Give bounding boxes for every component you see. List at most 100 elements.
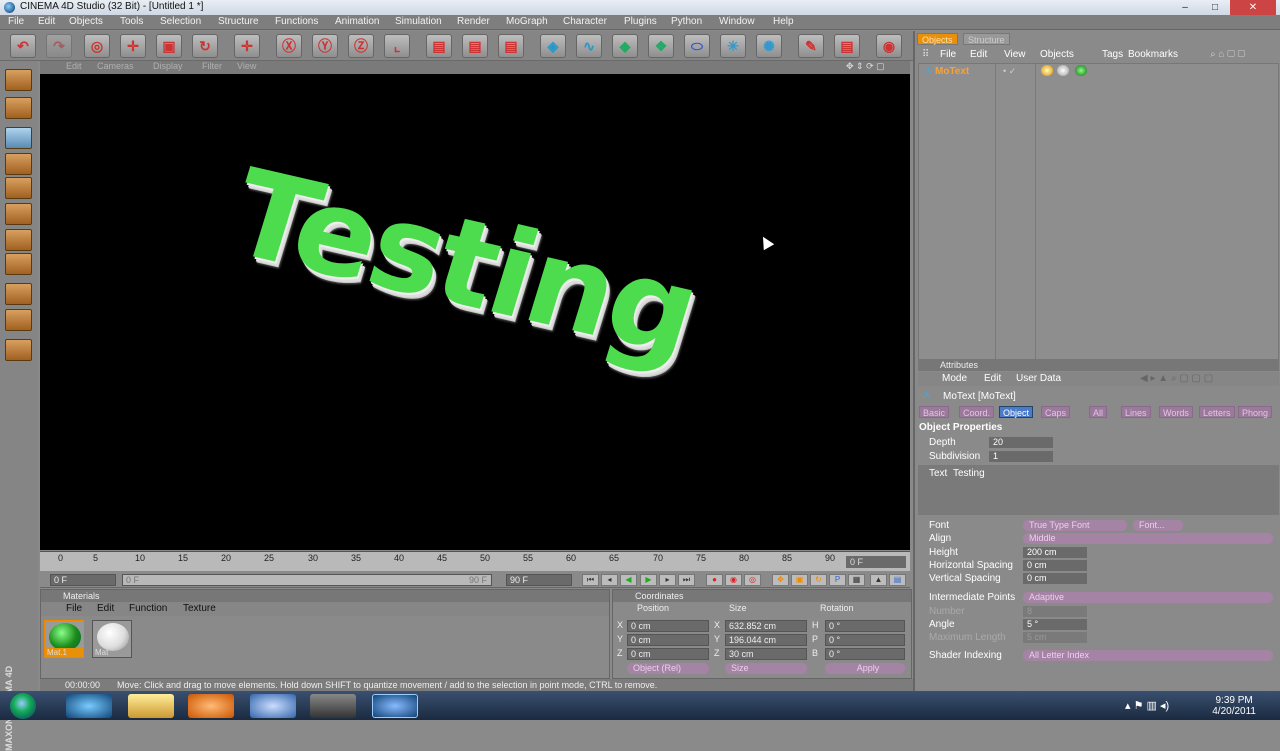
camera-icon[interactable]: ✎ (798, 34, 824, 58)
menu-edit[interactable]: Edit (38, 16, 55, 27)
viewport-menu-edit[interactable]: Edit (66, 61, 82, 71)
file-explorer-icon[interactable] (128, 694, 174, 718)
next-key-icon[interactable]: ▸ (659, 574, 676, 586)
texture-tag-icon[interactable] (1041, 65, 1053, 76)
key-rotation-icon[interactable]: ↻ (810, 574, 827, 586)
angle-field[interactable]: 5 ° (1023, 619, 1087, 630)
horizontal-spacing-field[interactable]: 0 cm (1023, 560, 1087, 571)
viewport-nav-icon[interactable]: ✥ ⇕ ⟳ ▢ (846, 61, 885, 72)
internet-explorer-icon[interactable] (66, 694, 112, 718)
subdivision-field[interactable]: 1 (989, 451, 1053, 462)
z-axis-lock-icon[interactable]: Ⓩ (348, 34, 374, 58)
preview-range-slider[interactable]: 0 F 90 F (122, 574, 492, 586)
objects-menu-view[interactable]: View (1004, 49, 1026, 60)
start-button-icon[interactable] (10, 693, 36, 719)
attributes-menu-edit[interactable]: Edit (984, 373, 1001, 384)
polygons-mode-icon[interactable] (5, 229, 32, 251)
rotation-h-field[interactable]: 0 ° (825, 620, 905, 632)
axis-mode-icon[interactable] (5, 153, 32, 175)
menu-help[interactable]: Help (773, 16, 794, 27)
attr-tab-object[interactable]: Object (999, 406, 1034, 418)
deformer-icon[interactable]: ⬭ (684, 34, 710, 58)
record-icon[interactable]: ● (706, 574, 723, 586)
autokey-icon[interactable]: ◉ (725, 574, 742, 586)
size-mode-dropdown[interactable]: Size (725, 663, 807, 674)
key-parameter-icon[interactable]: P (829, 574, 846, 586)
max-length-field[interactable]: 5 cm (1023, 632, 1087, 643)
light-icon[interactable]: ▤ (834, 34, 860, 58)
attr-tab-all[interactable]: All (1089, 406, 1108, 418)
menu-animation[interactable]: Animation (335, 16, 379, 27)
rotate-tool-icon[interactable]: ↻ (192, 34, 218, 58)
position-y-field[interactable]: 0 cm (627, 634, 709, 646)
menu-window[interactable]: Window (719, 16, 755, 27)
attr-tab-words[interactable]: Words (1159, 406, 1193, 418)
axis-icon[interactable]: ✛ (234, 34, 260, 58)
menu-structure[interactable]: Structure (218, 16, 259, 27)
visibility-toggle-icon[interactable]: • ✓ (1003, 66, 1016, 77)
attr-tab-letters[interactable]: Letters (1199, 406, 1235, 418)
position-z-field[interactable]: 0 cm (627, 648, 709, 660)
coordinate-system-icon[interactable]: ⌞ (384, 34, 410, 58)
current-frame-field[interactable]: 0 F (846, 556, 906, 568)
menu-functions[interactable]: Functions (275, 16, 318, 27)
align-dropdown[interactable]: Middle (1023, 533, 1273, 544)
timeline-window-icon[interactable]: ▤ (889, 574, 906, 586)
attributes-menu-user-data[interactable]: User Data (1016, 373, 1061, 384)
close-button[interactable]: ✕ (1230, 0, 1276, 15)
apply-button[interactable]: Apply (825, 663, 905, 674)
menu-objects[interactable]: Objects (69, 16, 103, 27)
objects-menu-tags[interactable]: Tags (1102, 49, 1123, 60)
keyframe-selection-icon[interactable]: ◎ (744, 574, 761, 586)
render-settings-icon[interactable]: ▤ (498, 34, 524, 58)
uv-mode-icon[interactable] (5, 253, 32, 275)
viewport-menu-view[interactable]: View (237, 61, 256, 71)
materials-menu-file[interactable]: File (66, 603, 82, 614)
height-field[interactable]: 200 cm (1023, 547, 1087, 558)
menu-simulation[interactable]: Simulation (395, 16, 442, 27)
scale-tool-icon[interactable]: ▣ (156, 34, 182, 58)
attr-tab-basic[interactable]: Basic (919, 406, 950, 418)
points-mode-icon[interactable] (5, 177, 32, 199)
size-y-field[interactable]: 196.044 cm (725, 634, 807, 646)
app-icon[interactable] (250, 694, 296, 718)
number-field[interactable]: 8 (1023, 606, 1087, 617)
key-scale-icon[interactable]: ▣ (791, 574, 808, 586)
minimize-button[interactable]: – (1170, 0, 1200, 15)
viewport-menu-cameras[interactable]: Cameras (97, 61, 134, 71)
menu-selection[interactable]: Selection (160, 16, 201, 27)
menu-mograph[interactable]: MoGraph (506, 16, 548, 27)
shader-indexing-dropdown[interactable]: All Letter Index (1023, 650, 1273, 661)
go-to-start-icon[interactable]: ⏮ (582, 574, 599, 586)
motext-3d-object[interactable]: Testing (216, 144, 712, 382)
edges-mode-icon[interactable] (5, 203, 32, 225)
move-tool-icon[interactable]: ✛ (120, 34, 146, 58)
array-icon[interactable]: ❖ (648, 34, 674, 58)
material-swatch-mat1[interactable]: Mat.1 (44, 620, 84, 658)
objects-search-icon[interactable]: ⌕ ⌂ ▢ ▢ (1210, 49, 1245, 60)
tray-icons[interactable]: ▴ ⚑ ▥ ◂) (1125, 699, 1169, 712)
layer-manager-icon[interactable]: ◉ (876, 34, 902, 58)
menu-render[interactable]: Render (457, 16, 490, 27)
y-axis-lock-icon[interactable]: Ⓨ (312, 34, 338, 58)
x-axis-lock-icon[interactable]: Ⓧ (276, 34, 302, 58)
play-backwards-icon[interactable]: ◀ (620, 574, 637, 586)
viewport-menu-filter[interactable]: Filter (202, 61, 222, 71)
materials-menu-edit[interactable]: Edit (97, 603, 114, 614)
key-pla-icon[interactable]: ▦ (848, 574, 865, 586)
menu-character[interactable]: Character (563, 16, 607, 27)
font-type-dropdown[interactable]: True Type Font (1023, 520, 1127, 531)
material-tag-icon[interactable] (1057, 65, 1069, 76)
snap-icon[interactable] (5, 309, 32, 331)
menu-python[interactable]: Python (671, 16, 702, 27)
previous-key-icon[interactable]: ◂ (601, 574, 618, 586)
rotation-b-field[interactable]: 0 ° (825, 648, 905, 660)
3d-viewport[interactable]: Testing (40, 74, 910, 550)
attr-tab-caps[interactable]: Caps (1041, 406, 1071, 418)
workplane-icon[interactable] (5, 283, 32, 305)
attributes-menu-mode[interactable]: Mode (942, 373, 967, 384)
cinema4d-taskbar-icon[interactable] (372, 694, 418, 718)
timeline-ruler[interactable]: 0 5 10 15 20 25 30 35 40 45 50 55 60 65 … (40, 551, 910, 571)
intermediate-points-dropdown[interactable]: Adaptive (1023, 592, 1273, 603)
go-to-end-icon[interactable]: ⏭ (678, 574, 695, 586)
